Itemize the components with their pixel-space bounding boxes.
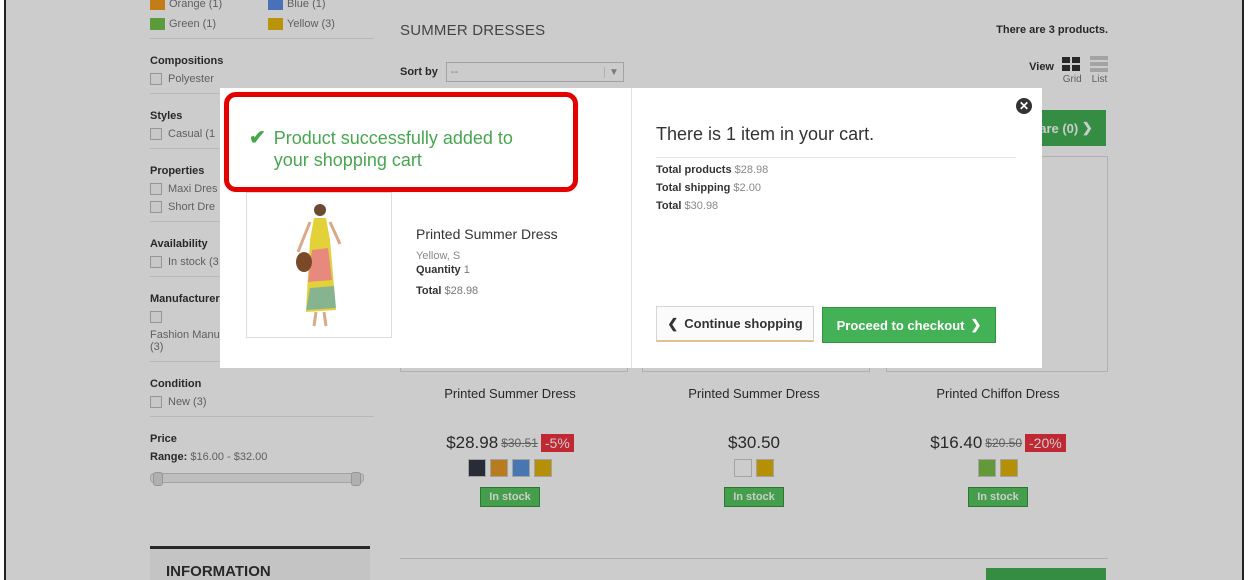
- chevron-left-icon: ❮: [667, 315, 679, 331]
- total-label: Total: [416, 285, 442, 297]
- total-shipping-value: $2.00: [733, 182, 761, 194]
- success-text: Product successfully added to your shopp…: [273, 128, 513, 170]
- checkout-label: Proceed to checkout: [836, 317, 965, 333]
- modal-cart-panel: ✕ There is 1 item in your cart. Total pr…: [632, 88, 1042, 368]
- cart-total-label: Total: [656, 200, 682, 212]
- total-value: $28.98: [444, 285, 479, 297]
- success-message-box: ✔ Product successfully added to your sho…: [224, 92, 578, 192]
- cart-total-shipping: Total shipping $2.00: [656, 182, 1018, 194]
- modal-product-name: Printed Summer Dress: [416, 226, 558, 242]
- product-image: [246, 192, 392, 338]
- modal-product-total: Total $28.98: [416, 285, 478, 297]
- cart-total-products: Total products $28.98: [656, 164, 1018, 176]
- total-products-value: $28.98: [734, 164, 769, 176]
- cart-total-value: $30.98: [684, 200, 719, 212]
- cart-summary-title: There is 1 item in your cart.: [656, 124, 1016, 158]
- close-icon[interactable]: ✕: [1016, 98, 1032, 114]
- cart-total: Total $30.98: [656, 200, 1018, 212]
- modal-product-attributes: Yellow, S: [416, 250, 461, 262]
- proceed-to-checkout-button[interactable]: Proceed to checkout ❯: [822, 307, 996, 343]
- modal-product-quantity: Quantity 1: [416, 264, 470, 276]
- browser-frame: Orange (1) Blue (1) Green (1) Yellow (3)…: [4, 0, 1244, 580]
- continue-shopping-button[interactable]: ❮ Continue shopping: [656, 306, 814, 342]
- total-shipping-label: Total shipping: [656, 182, 731, 194]
- checkmark-icon: ✔: [249, 127, 266, 149]
- success-message: ✔ Product successfully added to your sho…: [249, 127, 573, 171]
- continue-shopping-label: Continue shopping: [684, 316, 803, 331]
- quantity-value: 1: [463, 264, 470, 276]
- chevron-right-icon: ❯: [970, 317, 982, 332]
- dress-image-icon: [296, 204, 342, 327]
- quantity-label: Quantity: [416, 264, 461, 276]
- total-products-label: Total products: [656, 164, 732, 176]
